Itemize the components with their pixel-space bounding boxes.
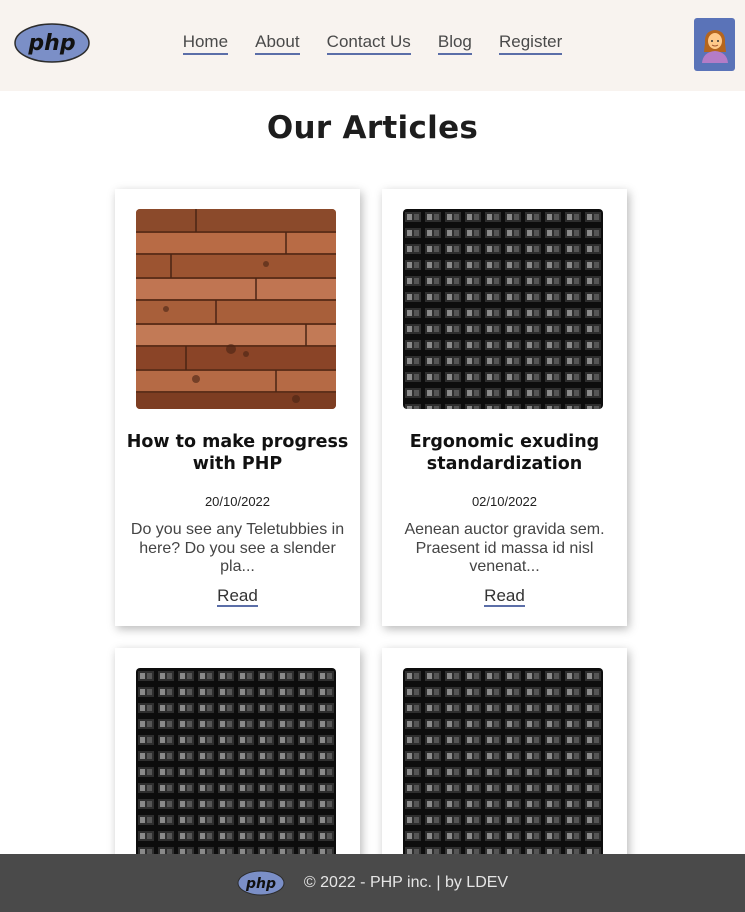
- article-image-building: [403, 209, 603, 409]
- article-card: How to make progress with PHP 20/10/2022…: [115, 189, 360, 626]
- article-card: Ergonomic exuding standardization 02/10/…: [382, 189, 627, 626]
- article-image-wood: [136, 209, 336, 409]
- nav-contact-us[interactable]: Contact Us: [326, 32, 411, 55]
- article-title: How to make progress with PHP: [126, 432, 349, 474]
- woman-avatar-icon: [701, 29, 728, 63]
- read-link[interactable]: Read: [217, 586, 258, 607]
- read-link[interactable]: Read: [484, 586, 525, 607]
- article-excerpt: Aenean auctor gravida sem. Praesent id m…: [404, 521, 605, 575]
- main-nav: Home About Contact Us Blog Register: [0, 32, 745, 55]
- site-header: php Home About Contact Us Blog Register: [0, 0, 745, 91]
- article-title: Ergonomic exuding standardization: [409, 432, 600, 474]
- nav-home[interactable]: Home: [182, 32, 229, 55]
- nav-about[interactable]: About: [255, 32, 300, 55]
- site-footer: php © 2022 - PHP inc. | by LDEV: [0, 854, 745, 912]
- footer-copyright: © 2022 - PHP inc. | by LDEV: [303, 874, 509, 891]
- nav-register[interactable]: Register: [498, 32, 563, 55]
- article-excerpt: Do you see any Teletubbies in here? Do y…: [130, 521, 345, 575]
- article-date: 02/10/2022: [471, 494, 538, 509]
- page-title: Our Articles: [266, 110, 479, 146]
- svg-text:php: php: [245, 876, 276, 892]
- footer-php-logo: php: [237, 870, 285, 896]
- article-date: 20/10/2022: [204, 494, 271, 509]
- article-image-building: [136, 668, 336, 868]
- nav-blog[interactable]: Blog: [437, 32, 472, 55]
- article-image-building: [403, 668, 603, 868]
- user-avatar-button[interactable]: [694, 18, 735, 71]
